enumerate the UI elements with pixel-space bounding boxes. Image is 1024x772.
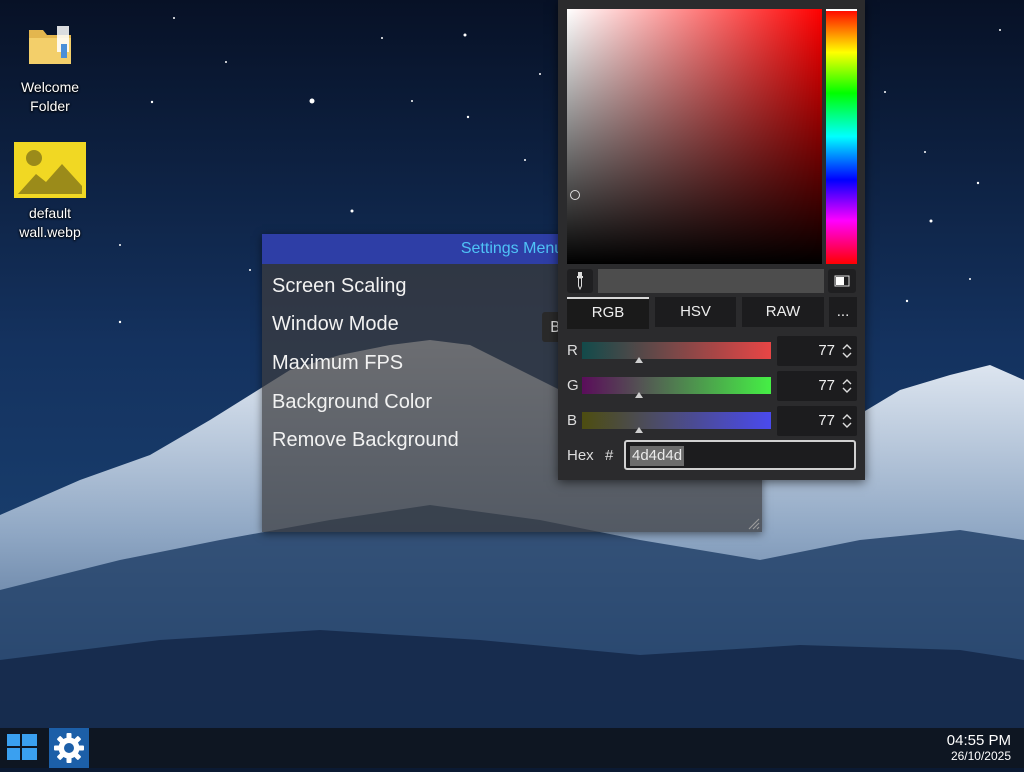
hue-marker[interactable]: [826, 9, 857, 11]
clock-date: 26/10/2025: [950, 749, 1011, 763]
clock-time: 04:55 PM: [946, 732, 1011, 749]
channel-label-b: B: [567, 412, 578, 429]
settings-title: Settings Menu: [460, 240, 564, 257]
saturation-value-area[interactable]: [567, 9, 822, 264]
start-button[interactable]: [0, 728, 44, 768]
saturation-value-cursor[interactable]: [570, 190, 580, 200]
tab-raw[interactable]: RAW: [742, 297, 824, 327]
hex-label: Hex: [567, 447, 594, 464]
r-spinbox[interactable]: 77: [777, 336, 857, 366]
b-value: 77: [818, 412, 835, 429]
g-slider[interactable]: [582, 377, 771, 394]
desktop-icon-default-wallpaper[interactable]: default wall.webp: [5, 142, 95, 242]
channel-label-r: R: [567, 342, 578, 359]
hex-input-value: 4d4d4d: [630, 446, 685, 466]
g-spinbox[interactable]: 77: [777, 371, 857, 401]
folder-icon: [29, 26, 71, 64]
setting-background-color: Background Color: [272, 391, 433, 413]
r-slider[interactable]: [582, 342, 771, 359]
tab-hsv[interactable]: HSV: [655, 297, 736, 327]
eyedropper-button[interactable]: [567, 269, 593, 293]
taskbar: 04:55 PM 26/10/2025: [0, 728, 1024, 768]
taskbar-settings-button[interactable]: [49, 728, 89, 768]
g-value: 77: [818, 377, 835, 394]
tab-rgb-label: RGB: [591, 304, 625, 321]
system-clock[interactable]: 04:55 PM 26/10/2025: [947, 732, 1011, 763]
gear-icon: [54, 733, 84, 763]
more-options-button[interactable]: ...: [829, 297, 857, 327]
tab-rgb[interactable]: RGB: [567, 297, 649, 329]
setting-screen-scaling: Screen Scaling: [272, 275, 407, 297]
more-options-label: ...: [836, 303, 850, 320]
hue-slider[interactable]: [826, 9, 857, 264]
setting-window-mode: Window Mode: [272, 313, 399, 335]
desktop-icon-welcome-folder[interactable]: Welcome Folder: [5, 18, 95, 116]
hex-hash-prefix: #: [605, 447, 614, 464]
g-slider-thumb[interactable]: [635, 392, 643, 398]
spin-arrows-icon[interactable]: [842, 412, 852, 430]
windows-start-icon: [7, 734, 37, 760]
spin-arrows-icon[interactable]: [842, 377, 852, 395]
b-slider[interactable]: [582, 412, 771, 429]
preview-toggle-icon: [834, 275, 850, 287]
image-file-icon: [14, 142, 86, 198]
r-slider-thumb[interactable]: [635, 357, 643, 363]
color-picker-popup: RGB HSV RAW ... R 77 G 77 B 77 Hex # 4d4…: [558, 0, 865, 480]
b-slider-thumb[interactable]: [635, 427, 643, 433]
eyedropper-icon: [577, 272, 583, 291]
channel-label-g: G: [567, 377, 579, 394]
desktop-icon-label: default wall.webp: [19, 205, 81, 240]
setting-remove-background: Remove Background: [272, 429, 459, 451]
tab-hsv-label: HSV: [680, 303, 711, 320]
preview-toggle-button[interactable]: [828, 269, 856, 293]
spin-arrows-icon[interactable]: [842, 342, 852, 360]
desktop-icon-label: Welcome Folder: [20, 79, 80, 114]
r-value: 77: [818, 342, 835, 359]
tab-raw-label: RAW: [765, 303, 801, 320]
b-spinbox[interactable]: 77: [777, 406, 857, 436]
hex-input[interactable]: 4d4d4d: [624, 440, 856, 470]
color-preview-swatch: [598, 269, 824, 293]
setting-maximum-fps: Maximum FPS: [272, 352, 404, 374]
resize-grip-icon[interactable]: [746, 516, 760, 530]
